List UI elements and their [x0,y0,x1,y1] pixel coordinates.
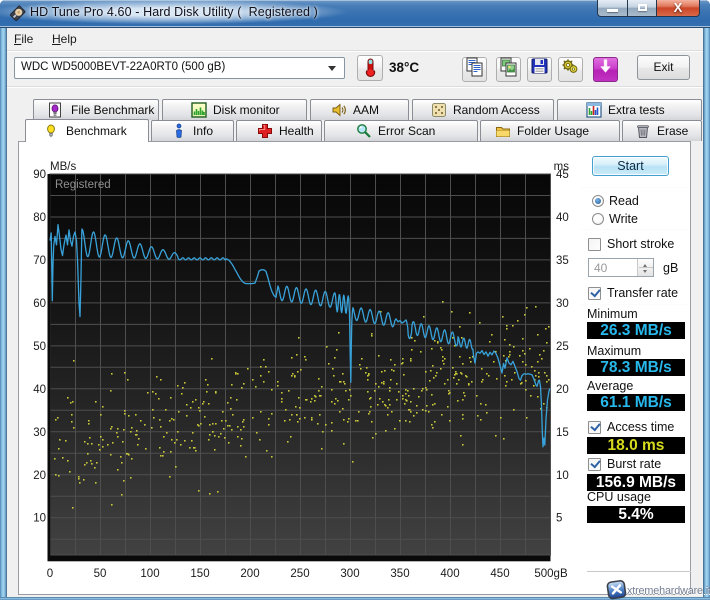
svg-text:80: 80 [33,212,46,224]
svg-text:20: 20 [556,384,569,396]
svg-text:40: 40 [556,212,569,224]
svg-text:50: 50 [33,341,46,353]
svg-text:10: 10 [556,470,569,482]
svg-text:70: 70 [33,255,46,267]
svg-text:5: 5 [556,513,562,525]
svg-text:xtremehardware.it: xtremehardware.it [627,585,710,597]
svg-text:400: 400 [440,568,459,580]
svg-text:30: 30 [33,427,46,439]
svg-text:10: 10 [33,513,46,525]
svg-text:Registered: Registered [55,179,111,191]
svg-text:350: 350 [390,568,409,580]
svg-text:50: 50 [94,568,107,580]
svg-text:300: 300 [340,568,359,580]
svg-text:MB/s: MB/s [50,161,76,173]
svg-text:450: 450 [490,568,509,580]
svg-text:60: 60 [33,298,46,310]
svg-text:35: 35 [556,255,569,267]
svg-text:100: 100 [140,568,159,580]
svg-text:90: 90 [33,169,46,181]
svg-text:30: 30 [556,298,569,310]
svg-text:15: 15 [556,427,569,439]
svg-text:25: 25 [556,341,569,353]
svg-text:150: 150 [190,568,209,580]
svg-text:45: 45 [556,169,569,181]
svg-text:500gB: 500gB [534,568,568,580]
svg-text:0: 0 [47,568,53,580]
svg-text:250: 250 [290,568,309,580]
svg-text:200: 200 [240,568,259,580]
svg-text:40: 40 [33,384,46,396]
svg-text:20: 20 [33,470,46,482]
